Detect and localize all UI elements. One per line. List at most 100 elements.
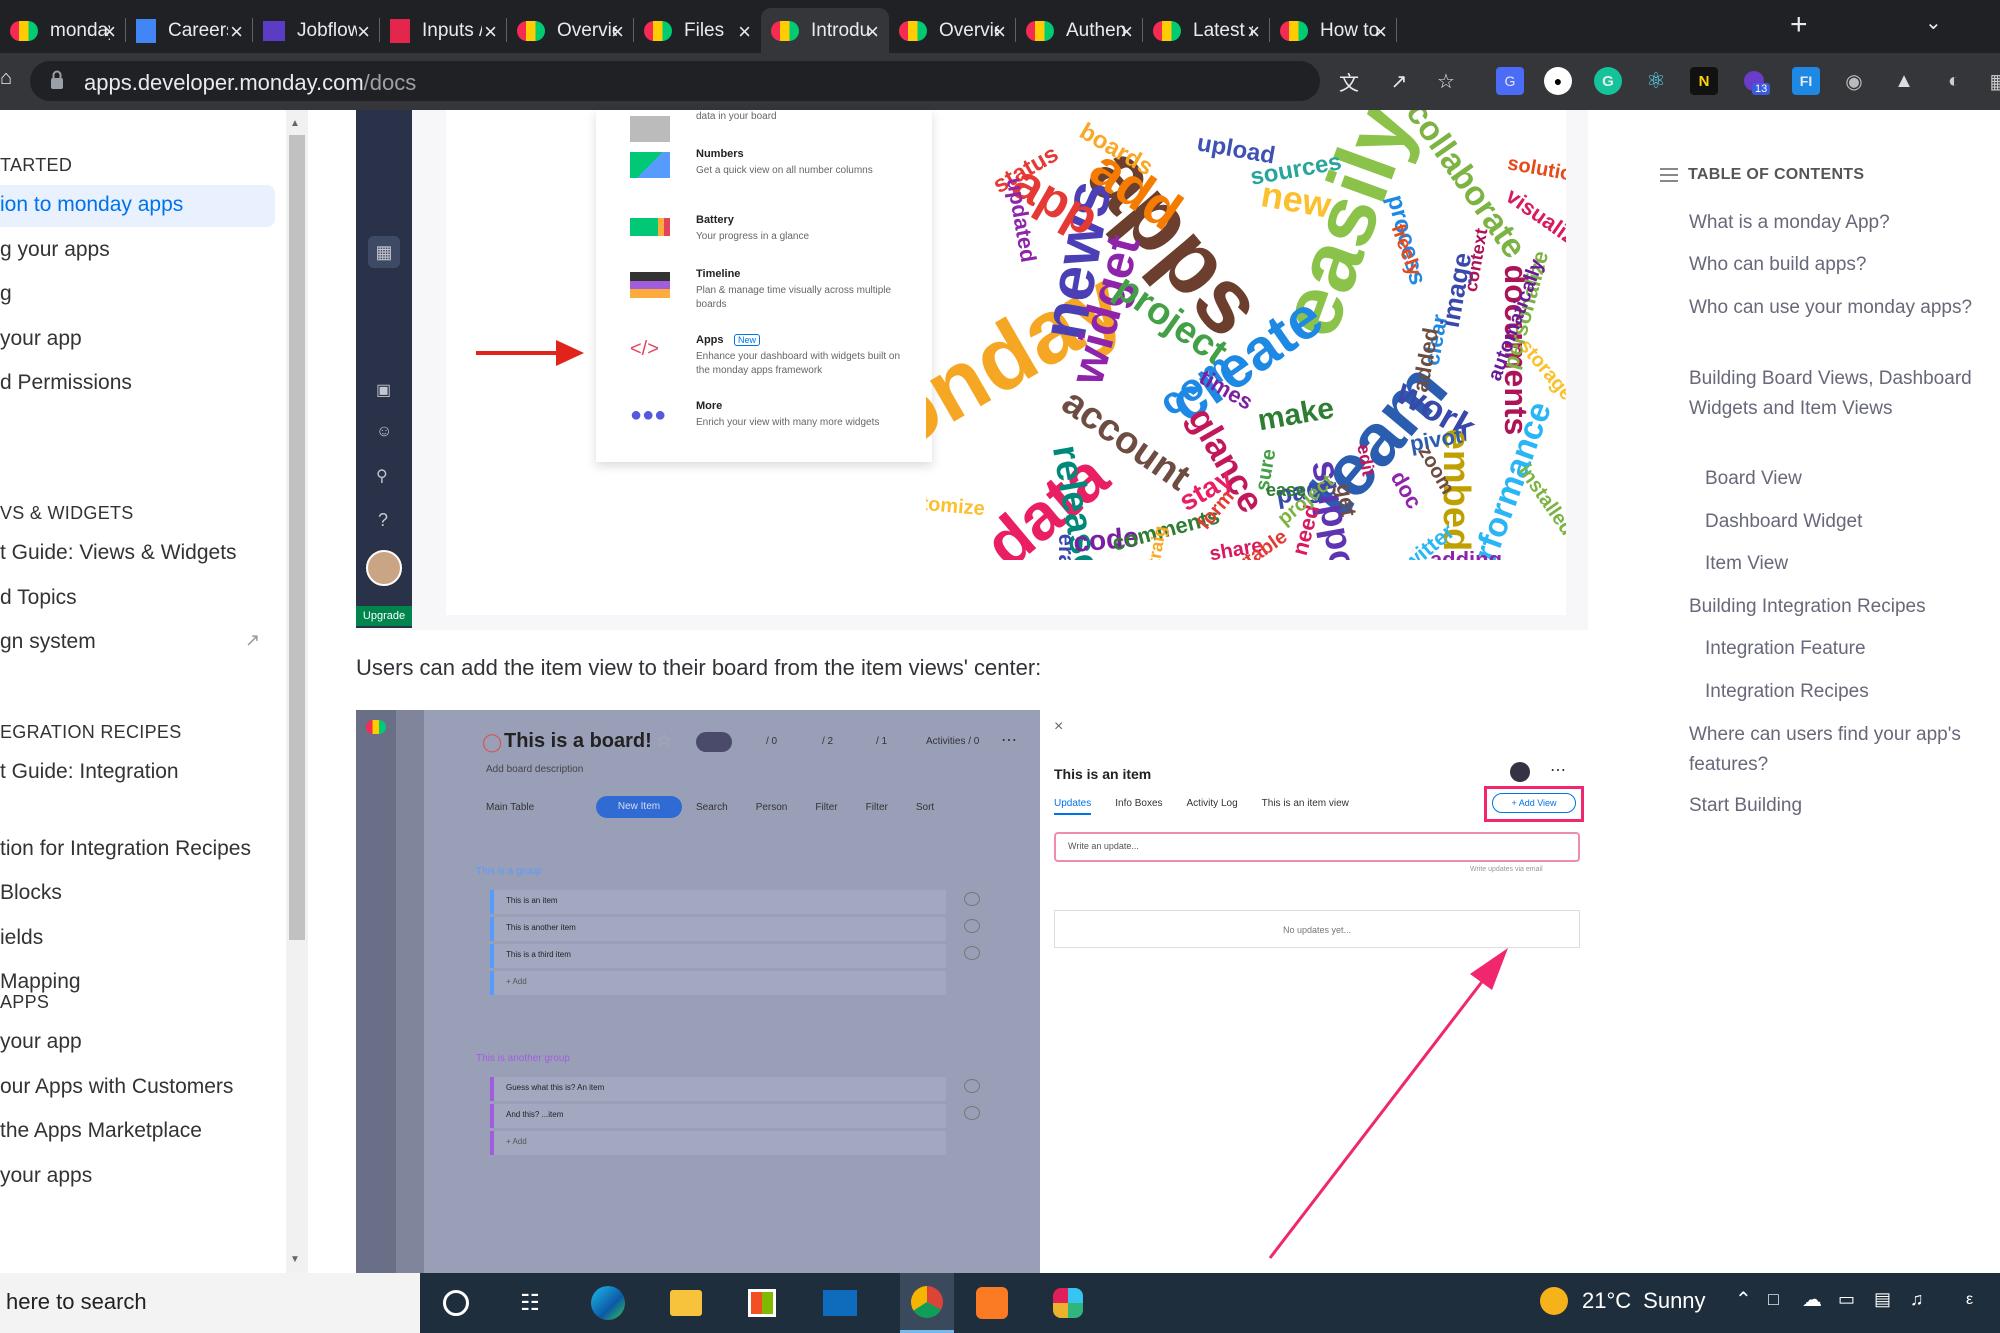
onedrive-icon[interactable]: ☁ xyxy=(1802,1287,1822,1312)
taskbar-search[interactable]: here to search xyxy=(0,1273,420,1333)
fi-ext-icon[interactable]: FI xyxy=(1792,67,1820,95)
tab-title: Introdu xyxy=(811,19,871,41)
sidebar-item[interactable]: d Permissions xyxy=(0,371,132,395)
toc-item[interactable]: Dashboard Widget xyxy=(1705,507,1995,537)
xampp-taskbar-button[interactable] xyxy=(974,1285,1010,1321)
tab-title: Jobflow xyxy=(297,19,357,41)
sidebar-item[interactable]: your app xyxy=(0,1030,82,1054)
toc-item[interactable]: Building Board Views, Dashboard Widgets … xyxy=(1689,364,1979,424)
browser-tab[interactable]: Inputs / × xyxy=(380,8,507,53)
tab-close-icon[interactable]: × xyxy=(1374,19,1387,45)
tab-close-icon[interactable]: × xyxy=(738,19,751,45)
tab-close-icon[interactable]: × xyxy=(103,19,116,45)
toc-item[interactable]: Item View xyxy=(1705,549,1995,579)
browser-tab[interactable]: Overvie × xyxy=(889,8,1016,53)
battery-icon[interactable]: ▭ xyxy=(1838,1289,1855,1310)
sidebar-item[interactable]: gn system xyxy=(0,630,96,654)
omnibox[interactable]: apps.developer.monday.com/docs 文 xyxy=(30,61,1359,101)
sidebar-item[interactable]: g xyxy=(0,282,12,306)
new-tab-button[interactable]: + xyxy=(1790,8,1808,42)
sidebar-item[interactable]: Mapping xyxy=(0,970,81,994)
browser-tab[interactable]: Overvie × xyxy=(507,8,634,53)
file-explorer-taskbar-button[interactable] xyxy=(668,1285,704,1321)
sidebar-scrollbar-thumb[interactable] xyxy=(289,135,305,940)
tab-close-icon[interactable]: × xyxy=(484,19,497,45)
weather-temperature: 21°C xyxy=(1582,1288,1632,1313)
puzzle-icon[interactable]: ▦ xyxy=(1985,67,2000,95)
tab-close-icon[interactable]: × xyxy=(993,19,1006,45)
browser-tab[interactable]: Careers× xyxy=(126,8,253,53)
word-cloud-word: context xyxy=(1460,226,1492,294)
sidebar-item[interactable]: ields xyxy=(0,926,43,950)
translate-icon[interactable]: 文 xyxy=(1335,67,1363,95)
volume-icon[interactable]: ♫ xyxy=(1910,1289,1924,1310)
sidebar-item[interactable]: t Guide: Views & Widgets xyxy=(0,541,237,565)
language-indicator-icon[interactable]: ε xyxy=(1966,1291,1973,1309)
extension-circle-icon[interactable]: ● xyxy=(1544,67,1572,95)
triangle-ext-icon[interactable]: ▲ xyxy=(1890,67,1918,95)
google-translate-ext-icon[interactable]: G xyxy=(1496,67,1524,95)
toc-item[interactable]: Building Integration Recipes xyxy=(1689,592,1979,622)
sidebar-item[interactable]: your apps xyxy=(0,1164,92,1188)
tab-close-icon[interactable]: × xyxy=(230,19,243,45)
browser-tab[interactable]: Authent × xyxy=(1016,8,1143,53)
sidebar-item[interactable]: ion to monday apps xyxy=(0,185,275,227)
cortana-taskbar-button[interactable] xyxy=(438,1285,474,1321)
toc-item[interactable]: Start Building xyxy=(1689,791,1979,821)
home-icon[interactable]: ⌂ xyxy=(0,67,12,90)
sidebar-item[interactable]: tion for Integration Recipes xyxy=(0,837,251,861)
toc-item[interactable]: Integration Recipes xyxy=(1705,677,1995,707)
network-icon[interactable]: ▤ xyxy=(1874,1289,1891,1310)
scroll-down-arrow-icon[interactable]: ▼ xyxy=(290,1254,300,1265)
toc-item[interactable]: Where can users find your app's features… xyxy=(1689,720,1979,780)
weather-widget[interactable]: 21°C Sunny xyxy=(1540,1287,1706,1315)
tray-chevron-icon[interactable]: ⌃ xyxy=(1735,1287,1752,1312)
share-icon[interactable]: ↗ xyxy=(1385,67,1413,95)
board-item-comment-icon xyxy=(964,919,980,933)
notion-ext-icon[interactable]: N xyxy=(1690,67,1718,95)
browser-tab[interactable]: Jobflow × xyxy=(253,8,380,53)
tab-close-icon[interactable]: × xyxy=(357,19,370,45)
sidebar-item[interactable]: t Guide: Integration xyxy=(0,760,179,784)
meet-now-icon[interactable]: □ xyxy=(1768,1289,1779,1310)
slack-taskbar-button[interactable] xyxy=(1050,1285,1086,1321)
tab-close-icon[interactable]: × xyxy=(1120,19,1133,45)
widget-menu-desc: Your progress in a glance xyxy=(696,231,810,242)
bookmark-star-icon[interactable]: ☆ xyxy=(1432,67,1460,95)
store-taskbar-button[interactable] xyxy=(744,1285,780,1321)
toc-item[interactable]: What is a monday App? xyxy=(1689,208,1979,238)
task-view-taskbar-button[interactable]: ☷ xyxy=(512,1285,548,1321)
scroll-up-arrow-icon[interactable]: ▲ xyxy=(290,118,300,129)
browser-tab[interactable]: Files × xyxy=(634,8,761,53)
sidebar-item[interactable]: d Topics xyxy=(0,586,77,610)
tab-search-chevron-icon[interactable]: ⌄ xyxy=(1925,10,1942,35)
camera-icon[interactable]: ◉ xyxy=(1840,67,1868,95)
sidebar-item[interactable]: g your apps xyxy=(0,238,110,262)
toc-item[interactable]: Board View xyxy=(1705,464,1995,494)
url-text[interactable]: apps.developer.monday.com/docs xyxy=(84,70,416,96)
word-cloud-word: edit xyxy=(1353,442,1379,478)
board-item-comment-icon xyxy=(964,1079,980,1093)
browser-tab[interactable]: How to × xyxy=(1270,8,1397,53)
browser-tab[interactable]: monday× xyxy=(0,8,126,53)
chrome-taskbar-button[interactable] xyxy=(900,1273,954,1333)
react-devtools-icon[interactable]: ⚛ xyxy=(1642,67,1670,95)
tab-close-icon[interactable]: × xyxy=(611,19,624,45)
sidebar-item[interactable]: the Apps Marketplace xyxy=(0,1119,202,1143)
sidebar-item[interactable]: Blocks xyxy=(0,881,62,905)
toc-item[interactable]: Who can use your monday apps? xyxy=(1689,293,1979,323)
toc-item[interactable]: Integration Feature xyxy=(1705,634,1995,664)
sidebar-item[interactable]: our Apps with Customers xyxy=(0,1075,233,1099)
tab-close-icon[interactable]: × xyxy=(1247,19,1260,45)
extension-badge-icon[interactable]: 13 xyxy=(1740,67,1771,95)
tab-close-icon[interactable]: × xyxy=(866,19,879,45)
browser-tab[interactable]: Latest a× xyxy=(1143,8,1270,53)
grammarly-icon[interactable]: G xyxy=(1594,67,1622,95)
item-view-screenshot: ◯ This is a board! ☆ Add board descripti… xyxy=(356,710,1596,1273)
globe-ext-icon[interactable]: ◐ xyxy=(1940,67,1968,95)
mail-taskbar-button[interactable] xyxy=(822,1285,858,1321)
edge-taskbar-button[interactable] xyxy=(590,1285,626,1321)
toc-item[interactable]: Who can build apps? xyxy=(1689,250,1979,280)
browser-tab[interactable]: Introdu × xyxy=(761,8,889,53)
sidebar-item[interactable]: your app xyxy=(0,327,82,351)
